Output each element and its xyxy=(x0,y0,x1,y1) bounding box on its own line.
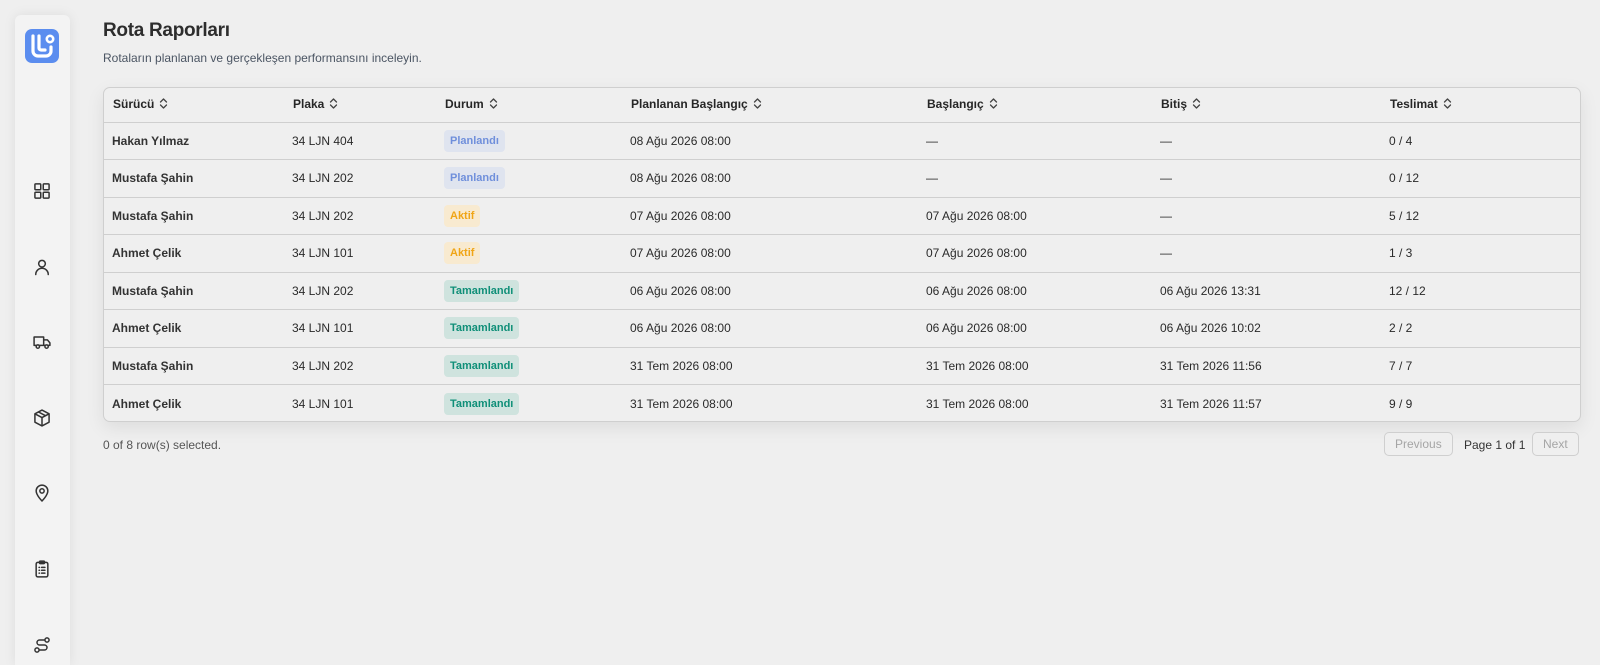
cell-end: 06 Ağu 2026 13:31 xyxy=(1160,283,1261,298)
truck-icon[interactable] xyxy=(30,330,54,354)
cell-delivery: 12 / 12 xyxy=(1389,283,1426,298)
table-row[interactable]: Ahmet Çelik 34 LJN 101 Aktif 07 Ağu 2026… xyxy=(104,234,1580,273)
cell-planned-start: 06 Ağu 2026 08:00 xyxy=(630,283,731,298)
cell-planned-start: 31 Tem 2026 08:00 xyxy=(630,358,733,373)
cell-driver: Ahmet Çelik xyxy=(112,321,182,336)
sort-icon xyxy=(989,98,998,112)
page-subtitle: Rotaların planlanan ve gerçekleşen perfo… xyxy=(103,51,422,65)
cell-plate: 34 LJN 202 xyxy=(292,171,354,186)
cell-driver: Hakan Yılmaz xyxy=(112,133,190,148)
cell-delivery: 7 / 7 xyxy=(1389,358,1413,373)
cell-planned-start: 31 Tem 2026 08:00 xyxy=(630,396,733,411)
cell-end: — xyxy=(1160,171,1172,186)
cell-delivery: 9 / 9 xyxy=(1389,396,1413,411)
previous-button[interactable]: Previous xyxy=(1384,432,1453,456)
cell-plate: 34 LJN 202 xyxy=(292,208,354,223)
sort-icon xyxy=(753,98,762,112)
sort-icon xyxy=(329,98,338,112)
user-icon[interactable] xyxy=(30,255,54,279)
column-header-delivery[interactable]: Teslimat xyxy=(1381,88,1580,122)
cell-plate: 34 LJN 202 xyxy=(292,283,354,298)
cell-driver: Ahmet Çelik xyxy=(112,396,182,411)
sort-icon xyxy=(1192,98,1201,112)
cell-driver: Mustafa Şahin xyxy=(112,208,194,223)
cell-start: 31 Tem 2026 08:00 xyxy=(926,358,1029,373)
status-badge: Tamamlandı xyxy=(444,317,520,340)
dashboard-grid-icon[interactable] xyxy=(30,179,54,203)
cell-delivery: 0 / 4 xyxy=(1389,133,1413,148)
status-badge: Planlandı xyxy=(444,167,505,190)
cell-start: 06 Ağu 2026 08:00 xyxy=(926,283,1027,298)
column-header-start[interactable]: Başlangıç xyxy=(918,88,1152,122)
column-header-end[interactable]: Bitiş xyxy=(1152,88,1381,122)
page-title: Rota Raporları xyxy=(103,20,230,41)
cell-delivery: 2 / 2 xyxy=(1389,321,1413,336)
column-header-planned-start[interactable]: Planlanan Başlangıç xyxy=(622,88,918,122)
logo-icon[interactable] xyxy=(25,29,59,63)
package-icon[interactable] xyxy=(30,406,54,430)
cell-delivery: 5 / 12 xyxy=(1389,208,1420,223)
cell-end: 31 Tem 2026 11:56 xyxy=(1160,358,1262,373)
cell-driver: Mustafa Şahin xyxy=(112,358,194,373)
cell-end: 31 Tem 2026 11:57 xyxy=(1160,396,1262,411)
table-row[interactable]: Ahmet Çelik 34 LJN 101 Tamamlandı 06 Ağu… xyxy=(104,309,1580,348)
cell-planned-start: 08 Ağu 2026 08:00 xyxy=(630,171,731,186)
table-row[interactable]: Hakan Yılmaz 34 LJN 404 Planlandı 08 Ağu… xyxy=(104,122,1580,160)
cell-driver: Mustafa Şahin xyxy=(112,283,194,298)
column-header-plate[interactable]: Plaka xyxy=(284,88,436,122)
cell-end: — xyxy=(1160,246,1172,261)
route-icon[interactable] xyxy=(30,633,54,657)
cell-start: — xyxy=(926,171,938,186)
cell-end: — xyxy=(1160,133,1172,148)
cell-plate: 34 LJN 101 xyxy=(292,246,354,261)
cell-plate: 34 LJN 101 xyxy=(292,321,354,336)
cell-end: 06 Ağu 2026 10:02 xyxy=(1160,321,1261,336)
status-badge: Planlandı xyxy=(444,129,505,152)
cell-planned-start: 07 Ağu 2026 08:00 xyxy=(630,208,731,223)
cell-start: 06 Ağu 2026 08:00 xyxy=(926,321,1027,336)
status-badge: Tamamlandı xyxy=(444,354,520,377)
table-row[interactable]: Ahmet Çelik 34 LJN 101 Tamamlandı 31 Tem… xyxy=(104,384,1580,422)
clipboard-list-icon[interactable] xyxy=(30,557,54,581)
column-header-status[interactable]: Durum xyxy=(436,88,622,122)
next-button[interactable]: Next xyxy=(1532,432,1579,456)
cell-planned-start: 06 Ağu 2026 08:00 xyxy=(630,321,731,336)
cell-driver: Mustafa Şahin xyxy=(112,171,194,186)
cell-planned-start: 07 Ağu 2026 08:00 xyxy=(630,246,731,261)
sort-icon xyxy=(1443,98,1452,112)
cell-delivery: 0 / 12 xyxy=(1389,171,1420,186)
status-badge: Tamamlandı xyxy=(444,392,520,415)
cell-planned-start: 08 Ağu 2026 08:00 xyxy=(630,133,731,148)
table-row[interactable]: Mustafa Şahin 34 LJN 202 Planlandı 08 Ağ… xyxy=(104,159,1580,198)
table-header-row: Sürücü Plaka Durum Planlanan Başlangıç B… xyxy=(104,88,1580,122)
routes-table: Sürücü Plaka Durum Planlanan Başlangıç B… xyxy=(103,87,1581,422)
sidebar xyxy=(15,15,70,665)
column-header-driver[interactable]: Sürücü xyxy=(104,88,284,122)
cell-start: — xyxy=(926,133,938,148)
cell-start: 31 Tem 2026 08:00 xyxy=(926,396,1029,411)
table-row[interactable]: Mustafa Şahin 34 LJN 202 Tamamlandı 31 T… xyxy=(104,347,1580,385)
cell-driver: Ahmet Çelik xyxy=(112,246,182,261)
cell-end: — xyxy=(1160,208,1172,223)
table-row[interactable]: Mustafa Şahin 34 LJN 202 Aktif 07 Ağu 20… xyxy=(104,197,1580,235)
cell-start: 07 Ağu 2026 08:00 xyxy=(926,208,1027,223)
cell-start: 07 Ağu 2026 08:00 xyxy=(926,246,1027,261)
table-row[interactable]: Mustafa Şahin 34 LJN 202 Tamamlandı 06 A… xyxy=(104,272,1580,310)
status-badge: Aktif xyxy=(444,204,481,227)
cell-plate: 34 LJN 101 xyxy=(292,396,354,411)
cell-delivery: 1 / 3 xyxy=(1389,246,1413,261)
selection-info: 0 of 8 row(s) selected. xyxy=(103,438,222,452)
cell-plate: 34 LJN 404 xyxy=(292,133,354,148)
map-pin-icon[interactable] xyxy=(30,481,54,505)
cell-plate: 34 LJN 202 xyxy=(292,358,354,373)
sort-icon xyxy=(489,98,498,112)
page-info: Page 1 of 1 xyxy=(1464,438,1526,452)
status-badge: Tamamlandı xyxy=(444,279,520,302)
sort-icon xyxy=(159,98,168,112)
status-badge: Aktif xyxy=(444,242,481,265)
